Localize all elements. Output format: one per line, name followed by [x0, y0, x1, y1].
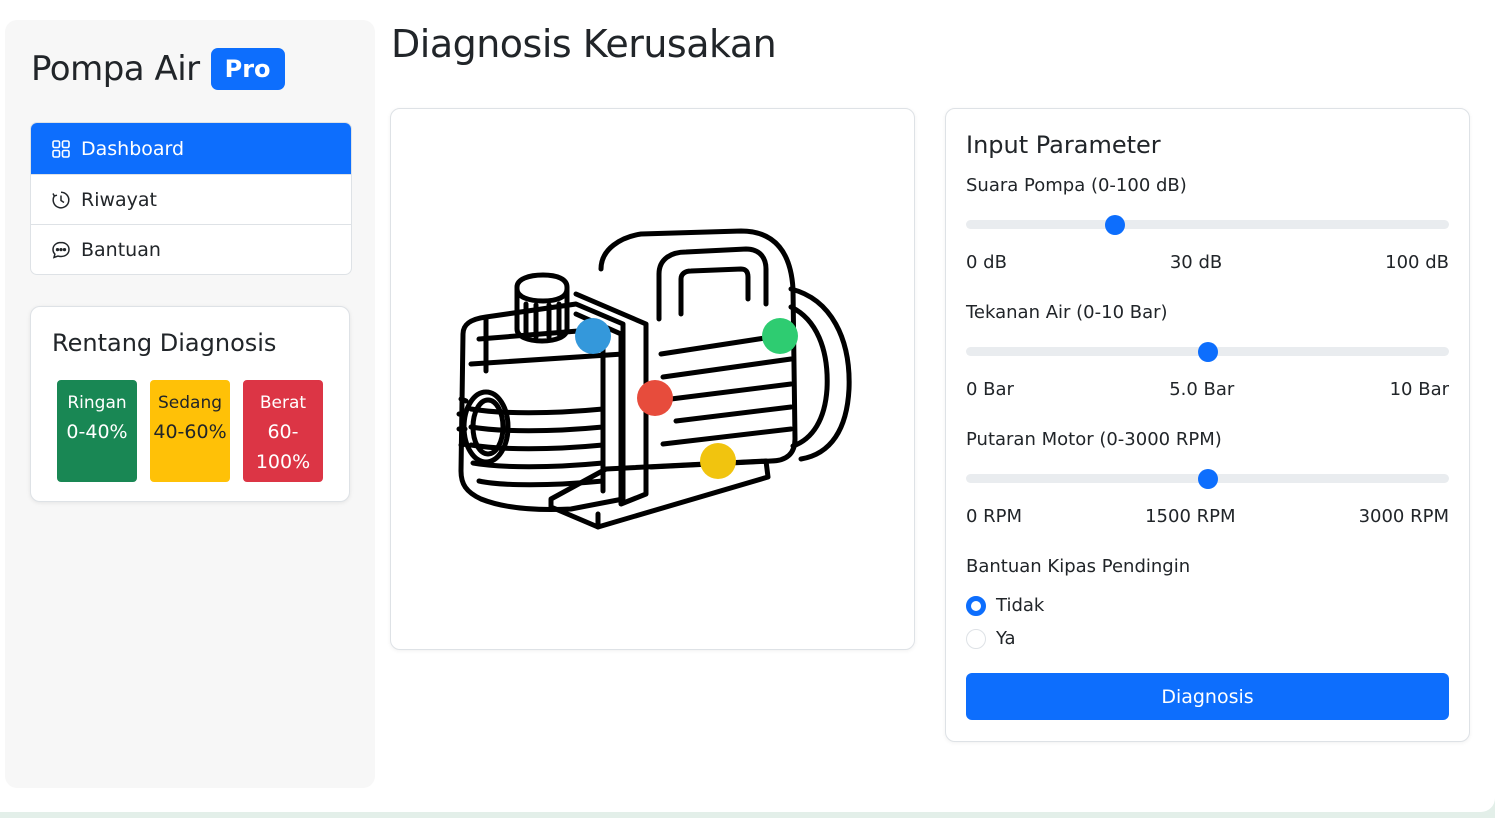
sidebar-item-label: Riwayat	[81, 188, 157, 211]
rotation-value: 1500 RPM	[1145, 506, 1236, 527]
radio-tidak[interactable]	[966, 595, 986, 616]
noise-ticks: 0 dB 30 dB 100 dB	[966, 252, 1449, 273]
diagnosis-button[interactable]: Diagnosis	[966, 673, 1449, 720]
pressure-max: 10 Bar	[1389, 379, 1449, 400]
sidebar-nav: Dashboard Riwayat Bantuan	[30, 122, 352, 275]
rotation-slider-thumb[interactable]	[1197, 468, 1218, 489]
rotation-max: 3000 RPM	[1358, 506, 1449, 527]
noise-value: 30 dB	[1169, 252, 1223, 273]
range-name: Ringan	[67, 393, 127, 413]
rotation-label: Putaran Motor (0-3000 RPM)	[966, 429, 1222, 450]
range-sedang: Sedang 40-60%	[150, 380, 230, 482]
sidebar-item-bantuan[interactable]: Bantuan	[31, 224, 351, 274]
pressure-slider-thumb[interactable]	[1197, 341, 1218, 362]
noise-slider-thumb[interactable]	[1104, 214, 1125, 235]
app-window: Pompa Air Pro Dashboard Riwayat Bantuan …	[0, 0, 1495, 812]
fan-option-tidak[interactable]: Tidak	[966, 595, 1044, 616]
rotation-slider[interactable]	[966, 468, 1449, 489]
radio-label: Tidak	[996, 595, 1045, 616]
rotation-ticks: 0 RPM 1500 RPM 3000 RPM	[966, 506, 1449, 527]
sidebar-item-label: Dashboard	[81, 137, 185, 160]
range-title: Rentang Diagnosis	[52, 329, 277, 357]
sidebar: Pompa Air Pro Dashboard Riwayat Bantuan …	[5, 20, 375, 788]
clock-icon	[51, 190, 71, 210]
range-ringan: Ringan 0-40%	[57, 380, 137, 482]
radio-ya[interactable]	[966, 628, 986, 649]
green-marker[interactable]	[762, 318, 798, 354]
page-title: Diagnosis Kerusakan	[391, 22, 777, 66]
sidebar-item-dashboard[interactable]: Dashboard	[31, 123, 351, 174]
range-name: Berat	[259, 393, 307, 413]
fan-option-ya[interactable]: Ya	[966, 628, 1016, 649]
noise-min: 0 dB	[966, 252, 1007, 273]
noise-max: 100 dB	[1385, 252, 1449, 273]
rotation-min: 0 RPM	[966, 506, 1023, 527]
noise-label: Suara Pompa (0-100 dB)	[966, 175, 1187, 196]
fan-label: Bantuan Kipas Pendingin	[966, 556, 1191, 577]
diagnosis-range-card: Rentang Diagnosis Ringan 0-40% Sedang 40…	[30, 306, 350, 502]
pressure-label: Tekanan Air (0-10 Bar)	[966, 302, 1168, 323]
pump-image-card	[390, 108, 915, 650]
range-value-line2: 100%	[255, 451, 311, 473]
blue-marker[interactable]	[575, 318, 611, 354]
yellow-marker[interactable]	[700, 443, 736, 479]
range-berat: Berat 60- 100%	[243, 380, 323, 482]
brand-title: Pompa Air	[31, 49, 200, 89]
sidebar-item-label: Bantuan	[81, 238, 161, 261]
pressure-value: 5.0 Bar	[1169, 379, 1235, 400]
pressure-ticks: 0 Bar 5.0 Bar 10 Bar	[966, 379, 1449, 400]
pressure-slider[interactable]	[966, 341, 1449, 362]
sidebar-item-riwayat[interactable]: Riwayat	[31, 174, 351, 224]
params-title: Input Parameter	[966, 131, 1161, 159]
chat-icon	[51, 240, 71, 260]
pressure-min: 0 Bar	[966, 379, 1014, 400]
range-value-line1: 60-	[267, 421, 299, 443]
brand: Pompa Air Pro	[31, 48, 285, 90]
radio-label: Ya	[996, 628, 1016, 649]
range-value: 40-60%	[153, 421, 227, 443]
grid-icon	[51, 139, 71, 159]
brand-badge: Pro	[210, 48, 285, 90]
range-name: Sedang	[157, 393, 223, 413]
red-marker[interactable]	[637, 380, 673, 416]
noise-slider[interactable]	[966, 214, 1449, 235]
range-value: 60- 100%	[243, 417, 323, 477]
input-parameter-card: Input Parameter Suara Pompa (0-100 dB) 0…	[945, 108, 1470, 742]
range-value: 0-40%	[66, 421, 128, 443]
water-pump-illustration	[456, 228, 852, 530]
